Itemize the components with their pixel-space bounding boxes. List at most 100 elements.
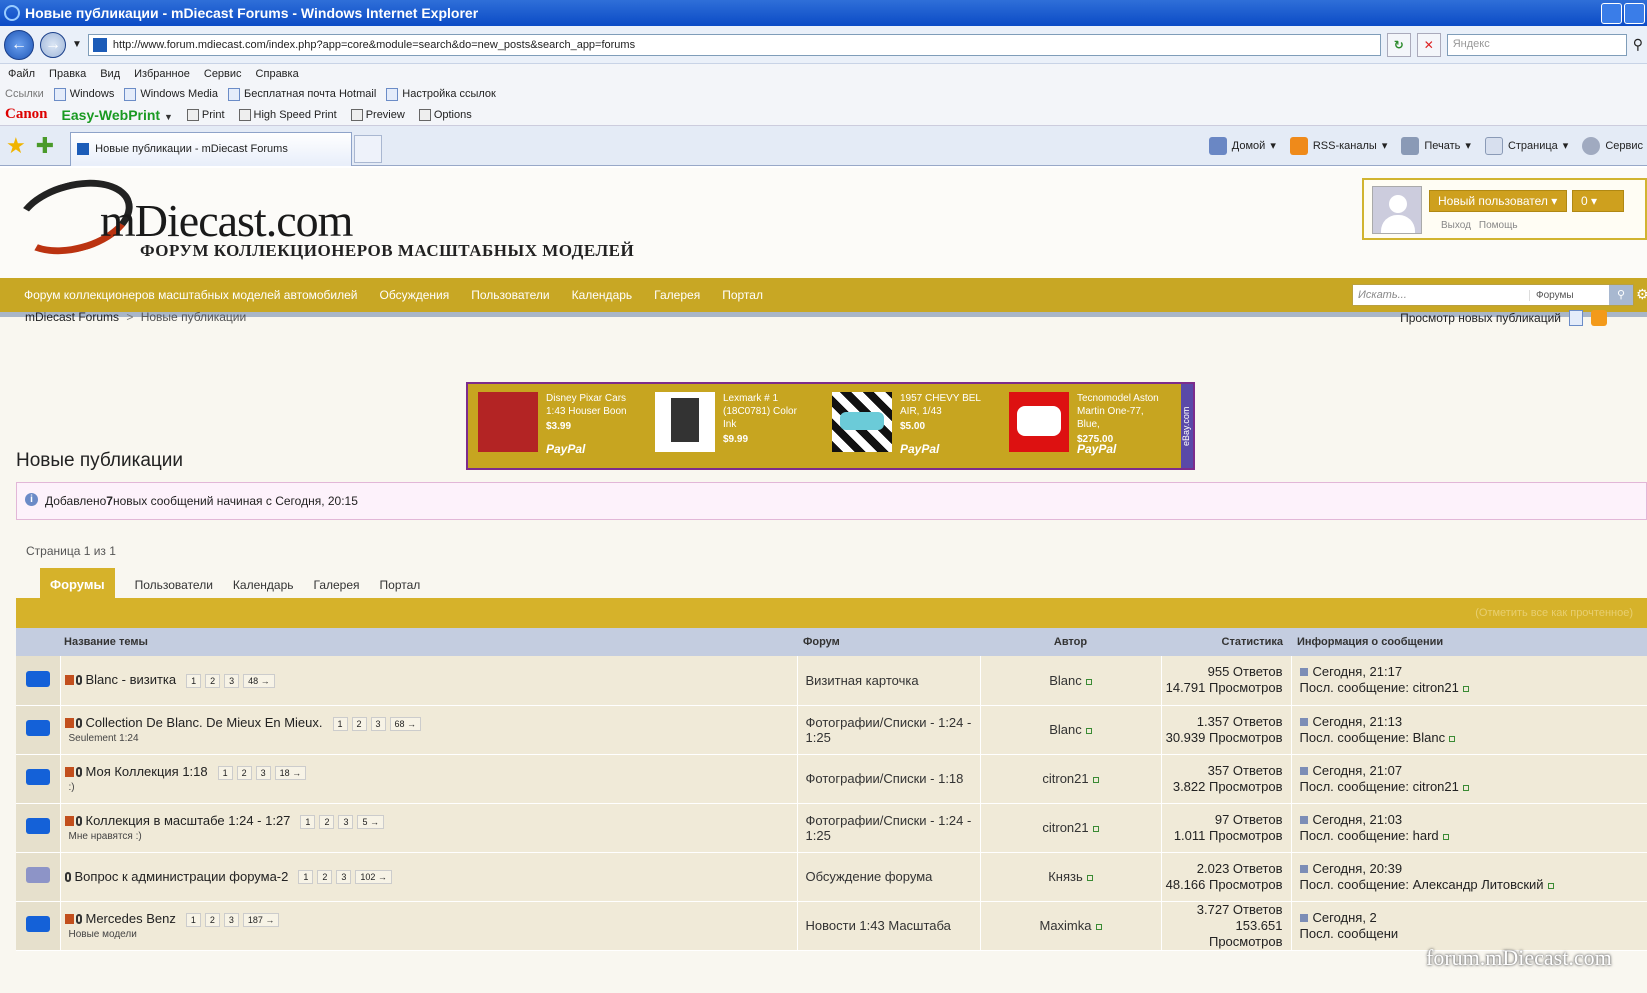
link-hotmail[interactable]: Бесплатная почта Hotmail (228, 87, 376, 101)
go-to-last-post-icon[interactable] (1299, 668, 1308, 677)
canon-options-button[interactable]: Options (418, 108, 472, 121)
forum-link[interactable]: Новости 1:43 Масштаба (806, 918, 951, 933)
nav-forum[interactable]: Форум коллекционеров масштабных моделей … (24, 288, 358, 302)
page-link[interactable]: 3 (223, 912, 239, 927)
page-link[interactable]: 2 (319, 814, 335, 829)
topic-title[interactable]: Mercedes Benz (86, 911, 176, 926)
page-link[interactable]: 3 (370, 716, 386, 731)
new-tab-button[interactable] (354, 134, 383, 163)
rss-button[interactable]: RSS-каналы ▾ (1289, 136, 1387, 155)
profile-card-icon[interactable] (1442, 833, 1449, 840)
last-post-user[interactable]: hard (1413, 828, 1439, 843)
last-post-user[interactable]: citron21 (1413, 779, 1459, 794)
last-post-user[interactable]: citron21 (1413, 680, 1459, 695)
page-link[interactable]: 1 (298, 870, 314, 885)
view-new-link[interactable]: Просмотр новых публикаций (1400, 311, 1561, 325)
nav-gallery[interactable]: Галерея (654, 288, 700, 302)
site-logo[interactable]: mDiecast.com (100, 194, 353, 247)
profile-card-icon[interactable] (1462, 686, 1469, 693)
nav-discussions[interactable]: Обсуждения (380, 288, 450, 302)
ad-item[interactable]: 1957 CHEVY BEL AIR, 1/43 $5.00 PayPal (822, 384, 999, 468)
page-link[interactable]: 1 (186, 674, 202, 689)
user-menu-button[interactable]: Новый пользовател ▾ (1429, 190, 1567, 212)
search-icon[interactable]: ⚲ (1633, 36, 1643, 53)
stop-button[interactable]: ✕ (1416, 32, 1441, 57)
topic-title[interactable]: Коллекция в масштабе 1:24 - 1:27 (86, 813, 291, 828)
author-link[interactable]: citron21 (1042, 820, 1088, 835)
breadcrumb-home[interactable]: mDiecast Forums (25, 310, 119, 324)
tab-portal[interactable]: Портал (380, 569, 421, 601)
tab-gallery[interactable]: Галерея (314, 569, 360, 601)
link-customize[interactable]: Настройка ссылок (386, 87, 496, 101)
topic-title[interactable]: Моя Коллекция 1:18 (86, 764, 208, 779)
author-link[interactable]: citron21 (1042, 771, 1088, 786)
page-link[interactable]: 5 → (357, 814, 384, 829)
profile-card-icon[interactable] (1462, 784, 1469, 791)
link-windows[interactable]: Windows (53, 87, 114, 101)
document-icon[interactable] (1569, 310, 1583, 326)
ebay-ad-banner[interactable]: Disney Pixar Cars 1:43 Houser Boon $3.99 P… (466, 382, 1195, 470)
table-row[interactable]: Вопрос к администрации форума-2 1 2 3 102 → … (16, 852, 1647, 902)
col-author[interactable]: Автор (980, 628, 1161, 656)
menu-tools[interactable]: Сервис (204, 68, 242, 80)
page-link[interactable]: 2 (205, 674, 221, 689)
menu-file[interactable]: Файл (8, 68, 35, 80)
last-post-time[interactable]: Сегодня, 2 (1313, 910, 1377, 925)
page-link[interactable]: 2 (236, 765, 252, 780)
avatar[interactable] (1372, 186, 1422, 234)
history-dropdown-icon[interactable]: ▼ (72, 39, 82, 50)
tab-calendar[interactable]: Календарь (233, 569, 294, 601)
mark-all-read-link[interactable]: (Отметить все как прочтенное) (1475, 607, 1633, 619)
forward-button[interactable]: → (40, 31, 66, 58)
search-submit-button[interactable]: ⚲ (1609, 285, 1633, 305)
menu-help[interactable]: Справка (256, 68, 299, 80)
menu-view[interactable]: Вид (100, 68, 120, 80)
page-link[interactable]: 2 (204, 912, 220, 927)
last-post-user[interactable]: Александр Литовский (1413, 877, 1544, 892)
table-row[interactable]: Моя Коллекция 1:18 1 2 3 18 → :) Фотографии/… (16, 754, 1647, 804)
nav-portal[interactable]: Портал (722, 288, 763, 302)
profile-card-icon[interactable] (1095, 924, 1102, 930)
page-link[interactable]: 3 (338, 814, 354, 829)
canon-print-button[interactable]: Print (186, 108, 225, 121)
page-link[interactable]: 3 (255, 765, 271, 780)
col-stats[interactable]: Статистика (1161, 628, 1291, 656)
notifications-button[interactable]: 0 ▾ (1572, 190, 1624, 212)
author-link[interactable]: Князь (1048, 869, 1083, 884)
go-to-last-post-icon[interactable] (1299, 717, 1308, 726)
print-button[interactable]: Печать ▾ (1401, 136, 1471, 155)
page-link[interactable]: 68 → (389, 716, 422, 731)
easy-webprint-menu[interactable]: Easy-WebPrint ▼ (62, 107, 173, 123)
search-input[interactable]: Яндекс (1446, 33, 1627, 56)
ad-item[interactable]: Lexmark # 1 (18C0781) Color Ink $9.99 (645, 384, 822, 468)
browser-tab[interactable]: Новые публикации - mDiecast Forums (70, 131, 353, 166)
logout-link[interactable]: Выход (1441, 220, 1471, 231)
page-link[interactable]: 102 → (355, 870, 392, 885)
ad-item[interactable]: Tecnomodel Aston Martin One-77, Blue, $275… (999, 384, 1176, 468)
page-link[interactable]: 2 (317, 870, 333, 885)
last-post-time[interactable]: Сегодня, 20:39 (1313, 861, 1403, 876)
go-to-last-post-icon[interactable] (1299, 766, 1308, 775)
forum-link[interactable]: Обсуждение форума (806, 869, 933, 884)
table-row[interactable]: Collection De Blanc. De Mieux En Mieux. 1… (16, 705, 1647, 755)
last-post-user[interactable]: Blanc (1413, 730, 1446, 745)
minimize-button[interactable] (1601, 2, 1622, 24)
go-to-last-post-icon[interactable] (1299, 913, 1308, 922)
back-button[interactable]: ← (4, 29, 34, 60)
col-forum[interactable]: Форум (797, 628, 980, 656)
go-to-last-post-icon[interactable] (1299, 864, 1308, 873)
profile-card-icon[interactable] (1547, 882, 1554, 889)
help-link[interactable]: Помощь (1479, 220, 1518, 231)
topic-title[interactable]: Collection De Blanc. De Mieux En Mieux. (86, 715, 323, 730)
page-link[interactable]: 1 (217, 765, 233, 780)
nav-calendar[interactable]: Календарь (572, 288, 633, 302)
canon-preview-button[interactable]: Preview (350, 108, 405, 121)
profile-card-icon[interactable] (1086, 875, 1093, 881)
profile-card-icon[interactable] (1092, 777, 1099, 783)
profile-card-icon[interactable] (1092, 826, 1099, 832)
link-windows-media[interactable]: Windows Media (124, 87, 218, 101)
ad-item[interactable]: Disney Pixar Cars 1:43 Houser Boon $3.99 P… (468, 384, 645, 468)
address-bar[interactable]: http://www.forum.mdiecast.com/index.php?… (87, 33, 1381, 56)
author-link[interactable]: Maximka (1039, 918, 1091, 933)
refresh-button[interactable]: ↻ (1386, 32, 1411, 57)
